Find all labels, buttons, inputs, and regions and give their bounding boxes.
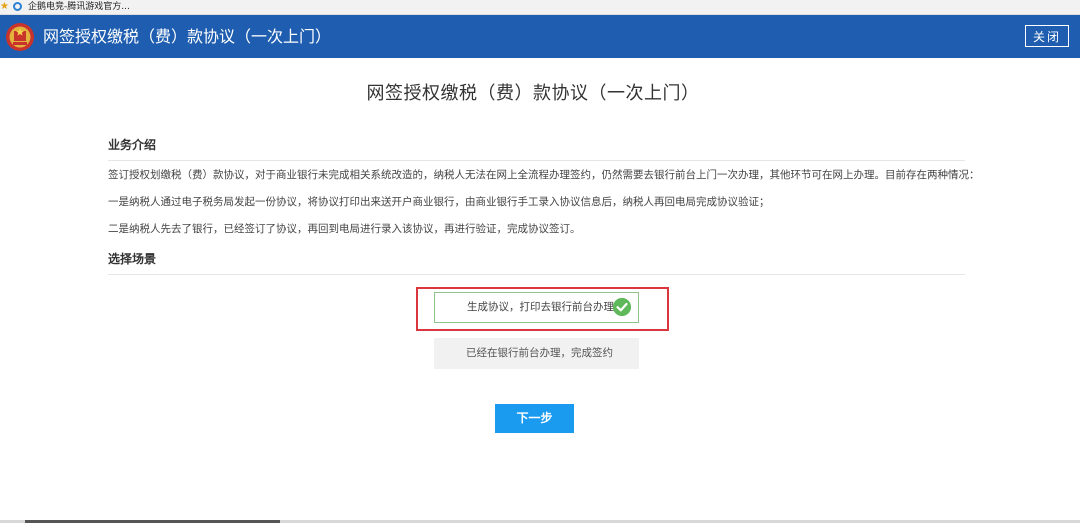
scenario-option-label: 已经在银行前台办理，完成签约 [466, 347, 613, 359]
scenario-option-print-protocol[interactable]: 生成协议，打印去银行前台办理 [434, 292, 639, 323]
scenario-heading: 选择场景 [108, 250, 965, 275]
scenario-option-label: 生成协议，打印去银行前台办理 [467, 301, 614, 313]
next-step-button[interactable]: 下一步 [495, 404, 574, 433]
intro-paragraph: 一是纳税人通过电子税务局发起一份协议，将协议打印出来送开户商业银行，由商业银行手… [108, 196, 770, 208]
scenario-option-bank-signed[interactable]: 已经在银行前台办理，完成签约 [434, 338, 639, 369]
header-bar: 网签授权缴税（费）款协议（一次上门） 关闭 [0, 15, 1080, 58]
favorites-star-icon[interactable]: ★ [0, 0, 9, 14]
intro-paragraph: 二是纳税人先去了银行，已经签订了协议，再回到电局进行录入该协议，再进行验证，完成… [108, 223, 581, 235]
favorites-bar: ★ 企鹅电竞-腾讯游戏官方... [0, 0, 1080, 15]
header-title: 网签授权缴税（费）款协议（一次上门） [43, 27, 332, 46]
intro-heading: 业务介绍 [108, 136, 965, 161]
browser-page-icon [13, 2, 22, 11]
close-button[interactable]: 关闭 [1025, 25, 1069, 47]
check-circle-icon [613, 298, 631, 316]
page-title: 网签授权缴税（费）款协议（一次上门） [366, 83, 700, 104]
intro-paragraph: 签订授权划缴税（费）款协议，对于商业银行未完成相关系统改造的，纳税人无法在网上全… [108, 169, 980, 181]
tax-emblem-icon [6, 23, 34, 51]
favorite-link[interactable]: 企鹅电竞-腾讯游戏官方... [28, 0, 130, 15]
